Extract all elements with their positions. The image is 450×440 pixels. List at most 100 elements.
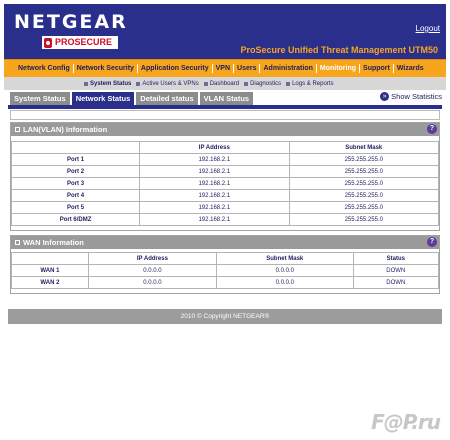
prosecure-label: PROSECURE — [55, 37, 113, 47]
lock-icon — [44, 37, 52, 48]
help-icon[interactable]: ? — [427, 237, 437, 247]
lan-table: IP Address Subnet Mask Port 1 192.168.2.1… — [10, 141, 440, 226]
tab-underline-bar — [8, 105, 442, 109]
mask-cell: 255.255.255.0 — [288, 177, 440, 190]
table-row: Port 6/DMZ 192.168.2.1 255.255.255.0 — [10, 213, 440, 226]
wan-info-section: WAN Information ? IP Address Subnet Mask… — [10, 235, 440, 294]
col-blank — [11, 252, 89, 265]
nav-support[interactable]: Support — [361, 65, 392, 72]
statistics-icon: » — [380, 92, 390, 101]
mask-cell: 255.255.255.0 — [288, 165, 440, 178]
mask-cell: 255.255.255.0 — [288, 189, 440, 202]
col-status: Status — [352, 252, 440, 265]
bullet-icon — [136, 81, 141, 86]
bullet-icon — [286, 81, 291, 86]
subnav-active-users[interactable]: Active Users & VPNs — [136, 80, 199, 87]
subnav-label: System Status — [90, 80, 132, 87]
tab-system-status[interactable]: System Status — [10, 92, 70, 105]
nav-separator — [259, 64, 261, 73]
row-label: Port 6/DMZ — [10, 213, 141, 226]
row-label: WAN 1 — [11, 264, 89, 277]
col-subnet-mask: Subnet Mask — [215, 252, 354, 265]
subnav-system-status[interactable]: System Status — [84, 81, 131, 87]
section-marker-icon — [15, 127, 20, 132]
nav-separator — [392, 64, 394, 73]
col-blank — [10, 141, 141, 154]
ip-cell: 192.168.2.1 — [139, 165, 290, 178]
utm-admin-window: NETGEAR PROSECURE Logout ProSecure Unifi… — [4, 4, 446, 324]
table-header-row: IP Address Subnet Mask Status — [11, 252, 440, 265]
mask-cell: 0.0.0.0 — [215, 276, 354, 289]
ip-cell: 192.168.2.1 — [139, 201, 290, 214]
mask-cell: 255.255.255.0 — [288, 153, 440, 166]
nav-monitoring[interactable]: Monitoring — [318, 65, 358, 72]
col-ip-address: IP Address — [139, 141, 290, 154]
bullet-icon — [84, 81, 88, 86]
subnav-label: Active Users & VPNs — [142, 80, 199, 87]
mask-cell: 0.0.0.0 — [215, 264, 354, 277]
table-row: Port 2 192.168.2.1 255.255.255.0 — [10, 165, 440, 178]
main-nav: Network Config Network Security Applicat… — [4, 59, 446, 77]
col-ip-address: IP Address — [87, 252, 217, 265]
nav-separator — [233, 64, 235, 73]
copyright-footer: 2010 © Copyright NETGEAR® — [8, 309, 442, 324]
tab-detailed-status[interactable]: Detailed status — [136, 92, 198, 105]
nav-wizards[interactable]: Wizards — [395, 65, 426, 72]
wan-table: IP Address Subnet Mask Status WAN 1 0.0.0… — [11, 252, 440, 289]
nav-application-security[interactable]: Application Security — [139, 65, 211, 72]
bullet-icon — [244, 81, 249, 86]
table-header-row: IP Address Subnet Mask — [10, 141, 440, 154]
nav-users[interactable]: Users — [235, 65, 258, 72]
nav-separator — [315, 64, 317, 73]
mask-cell: 255.255.255.0 — [288, 201, 440, 214]
subnav-label: Dashboard — [209, 80, 240, 87]
subnav-diagnostics[interactable]: Diagnostics — [244, 81, 281, 87]
sub-nav: System Status Active Users & VPNs Dashbo… — [4, 77, 446, 90]
subnav-logs-reports[interactable]: Logs & Reports — [286, 81, 333, 87]
tab-network-status[interactable]: Network Status — [71, 92, 135, 105]
row-label: Port 4 — [10, 189, 141, 202]
tab-vlan-status[interactable]: VLAN Status — [199, 92, 254, 105]
nav-network-security[interactable]: Network Security — [75, 65, 136, 72]
status-cell: DOWN — [352, 276, 440, 289]
subnav-label: Diagnostics — [250, 80, 282, 87]
table-row: WAN 1 0.0.0.0 0.0.0.0 DOWN — [11, 264, 440, 277]
ip-cell: 192.168.2.1 — [139, 177, 290, 190]
lan-section-title: LAN(VLAN) Information — [23, 125, 108, 134]
col-subnet-mask: Subnet Mask — [288, 141, 440, 154]
wan-section-title: WAN Information — [23, 238, 84, 247]
table-row: Port 4 192.168.2.1 255.255.255.0 — [10, 189, 440, 202]
row-label: WAN 2 — [11, 276, 89, 289]
nav-administration[interactable]: Administration — [261, 65, 314, 72]
bullet-icon — [203, 81, 208, 86]
help-icon[interactable]: ? — [427, 124, 437, 134]
ip-cell: 192.168.2.1 — [139, 153, 290, 166]
subnav-label: Logs & Reports — [292, 80, 334, 87]
prosecure-logo: PROSECURE — [42, 36, 119, 49]
wan-section-header: WAN Information ? — [11, 236, 439, 249]
nav-separator — [359, 64, 361, 73]
subnav-dashboard[interactable]: Dashboard — [203, 80, 240, 87]
ip-cell: 0.0.0.0 — [87, 264, 217, 277]
table-row: Port 1 192.168.2.1 255.255.255.0 — [10, 153, 440, 166]
lan-info-section: LAN(VLAN) Information ? IP Address Subne… — [10, 122, 440, 231]
show-statistics-link[interactable]: » Show Statistics — [380, 92, 442, 101]
table-row: Port 3 192.168.2.1 255.255.255.0 — [10, 177, 440, 190]
row-label: Port 3 — [10, 177, 141, 190]
netgear-logo: NETGEAR — [14, 11, 128, 33]
row-label: Port 5 — [10, 201, 141, 214]
product-title: ProSecure Unified Threat Management UTM5… — [240, 45, 438, 55]
empty-panel — [10, 110, 440, 120]
status-cell: DOWN — [352, 264, 440, 277]
nav-separator — [72, 64, 74, 73]
table-row: WAN 2 0.0.0.0 0.0.0.0 DOWN — [11, 276, 440, 289]
header: NETGEAR PROSECURE Logout ProSecure Unifi… — [4, 4, 446, 59]
table-row: Port 5 192.168.2.1 255.255.255.0 — [10, 201, 440, 214]
show-statistics-label: Show Statistics — [391, 92, 442, 101]
row-label: Port 2 — [10, 165, 141, 178]
nav-network-config[interactable]: Network Config — [16, 65, 72, 72]
watermark: F@P.ru — [371, 410, 441, 434]
nav-vpn[interactable]: VPN — [214, 65, 232, 72]
logout-link[interactable]: Logout — [416, 24, 440, 33]
